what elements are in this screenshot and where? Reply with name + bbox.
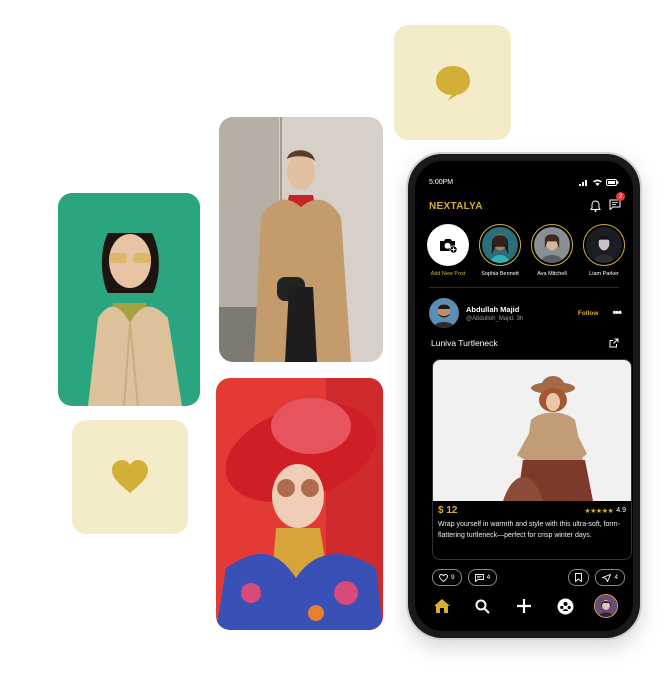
app-header: NEXTALYA 2 xyxy=(429,192,625,215)
product-card[interactable]: $ 12 ★★★★★ 4.9 Wrap yourself in warmth a… xyxy=(432,359,632,560)
status-bar: 5:00PM xyxy=(429,176,619,188)
photo-man-coat xyxy=(219,117,383,362)
more-options-icon[interactable]: ••• xyxy=(612,307,622,319)
notification-badge: 2 xyxy=(616,192,625,201)
photo-woman-red-hat xyxy=(216,378,383,630)
heart-icon xyxy=(112,460,148,493)
add-icon xyxy=(516,599,531,613)
author-handle: @Abdulloh_Majid. 3h xyxy=(466,315,524,322)
story-liam-parker[interactable]: Liam Parker xyxy=(581,224,627,277)
chat-bubble-icon xyxy=(435,65,470,101)
brand-logo: NEXTALYA xyxy=(429,200,483,212)
profile-avatar xyxy=(594,594,619,618)
signal-icon xyxy=(579,179,587,186)
author-name[interactable]: Abdullah Majid xyxy=(466,305,578,314)
rating-stars-icon: ★★★★★ xyxy=(584,507,614,515)
product-price: $ 12 xyxy=(438,505,458,516)
story-sophia-bennett[interactable]: Sophia Bennett xyxy=(477,224,523,277)
bottom-nav xyxy=(415,581,633,631)
phone-mockup: 5:00PM NEXTALYA 2 Add New Post Sophia Be… xyxy=(408,154,640,638)
chat-tile xyxy=(394,25,511,140)
photo-woman-green xyxy=(58,193,200,406)
heart-tile xyxy=(72,420,188,534)
story-ava-mitchell[interactable]: Ava Mitchell xyxy=(529,224,575,277)
product-description: Wrap yourself in warmth and style with t… xyxy=(438,521,620,539)
bell-icon[interactable] xyxy=(590,200,601,212)
story-label: Ava Mitchell xyxy=(537,271,567,277)
add-post-circle xyxy=(427,224,469,266)
post-header: Abdullah Majid @Abdulloh_Majid. 3h Follo… xyxy=(429,297,622,329)
story-label: Add New Post xyxy=(430,271,466,277)
external-link-icon[interactable] xyxy=(609,338,619,348)
nav-add[interactable] xyxy=(512,594,536,618)
post-title-row: Luniva Turtleneck xyxy=(431,338,619,348)
messages-button[interactable]: 2 xyxy=(609,192,625,215)
community-icon xyxy=(557,598,574,614)
story-avatar xyxy=(479,224,521,266)
product-image xyxy=(433,360,631,501)
status-time: 5:00PM xyxy=(429,178,454,186)
post-title: Luniva Turtleneck xyxy=(431,338,498,348)
follow-button[interactable]: Follow xyxy=(578,310,599,317)
rating-value: 4.9 xyxy=(616,507,626,514)
phone-screen: 5:00PM NEXTALYA 2 Add New Post Sophia Be… xyxy=(415,161,633,631)
home-icon xyxy=(433,599,450,613)
author-avatar[interactable] xyxy=(429,298,459,328)
battery-icon xyxy=(606,178,619,186)
story-label: Sophia Bennett xyxy=(481,271,519,277)
story-label: Liam Parker xyxy=(589,271,619,277)
nav-search[interactable] xyxy=(471,594,495,618)
share-count: 4 xyxy=(614,574,618,581)
nav-community[interactable] xyxy=(553,594,577,618)
wifi-icon xyxy=(593,179,602,186)
story-add-new-post[interactable]: Add New Post xyxy=(425,224,471,277)
comment-count: 4 xyxy=(486,574,491,581)
story-avatar xyxy=(583,224,625,266)
search-icon xyxy=(475,599,490,614)
camera-plus-icon xyxy=(440,239,458,254)
product-rating: ★★★★★ 4.9 xyxy=(584,507,626,515)
divider xyxy=(429,287,619,288)
nav-profile[interactable] xyxy=(594,594,619,618)
like-count: 9 xyxy=(451,574,455,581)
story-avatar xyxy=(531,224,573,266)
stories-row: Add New Post Sophia Bennett Ava Mitchell… xyxy=(425,224,627,277)
nav-home[interactable] xyxy=(430,594,454,618)
